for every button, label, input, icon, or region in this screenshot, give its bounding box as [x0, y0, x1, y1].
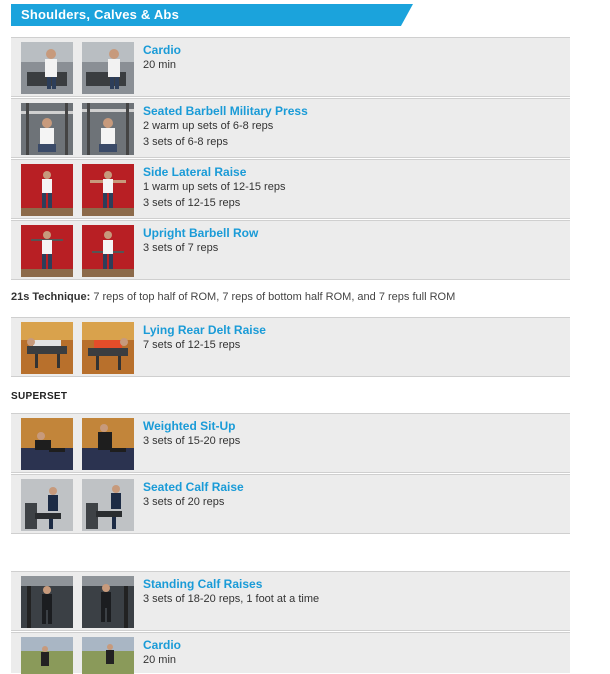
exercise-thumbnail[interactable]: [21, 225, 73, 277]
exercise-row[interactable]: Lying Rear Delt Raise 7 sets of 12-15 re…: [11, 317, 570, 377]
exercise-name-link[interactable]: Weighted Sit-Up: [143, 419, 235, 433]
exercise-thumbnail[interactable]: [82, 103, 134, 155]
exercise-detail: 3 sets of 7 reps: [143, 242, 219, 254]
exercise-detail: 20 min: [143, 654, 177, 666]
exercise-thumbnail[interactable]: [82, 225, 134, 277]
exercise-thumbnail[interactable]: [82, 479, 134, 531]
exercise-name-link[interactable]: Cardio: [143, 43, 181, 57]
exercise-thumbnail[interactable]: [21, 576, 73, 628]
workout-title-banner: Shoulders, Calves & Abs: [11, 4, 413, 26]
exercise-name-link[interactable]: Side Lateral Raise: [143, 165, 246, 179]
exercise-thumbnail[interactable]: [82, 322, 134, 374]
exercise-name-link[interactable]: Seated Barbell Military Press: [143, 104, 308, 118]
exercise-row[interactable]: Cardio 20 min: [11, 37, 570, 97]
exercise-thumbnail[interactable]: [21, 42, 73, 94]
exercise-name-link[interactable]: Seated Calf Raise: [143, 480, 244, 494]
exercise-row[interactable]: Cardio 20 min: [11, 632, 570, 674]
exercise-row[interactable]: Side Lateral Raise 1 warm up sets of 12-…: [11, 159, 570, 219]
exercise-detail: 3 sets of 12-15 reps: [143, 197, 241, 209]
exercise-thumbnail[interactable]: [82, 637, 134, 674]
exercise-name-link[interactable]: Upright Barbell Row: [143, 226, 258, 240]
exercise-detail: 7 sets of 12-15 reps: [143, 339, 241, 351]
exercise-thumbnail[interactable]: [21, 637, 73, 674]
technique-note-label: 21s Technique:: [11, 291, 91, 303]
exercise-thumbnail[interactable]: [21, 479, 73, 531]
exercise-thumbnail[interactable]: [82, 42, 134, 94]
exercise-name-link[interactable]: Lying Rear Delt Raise: [143, 323, 266, 337]
technique-note: 21s Technique: 7 reps of top half of ROM…: [11, 291, 455, 303]
exercise-thumbnail[interactable]: [82, 576, 134, 628]
exercise-thumbnail[interactable]: [82, 418, 134, 470]
exercise-detail: 3 sets of 20 reps: [143, 496, 225, 508]
exercise-name-link[interactable]: Cardio: [143, 638, 181, 652]
exercise-name-link[interactable]: Standing Calf Raises: [143, 577, 262, 591]
exercise-thumbnail[interactable]: [21, 418, 73, 470]
exercise-thumbnail[interactable]: [21, 164, 73, 216]
exercise-row[interactable]: Upright Barbell Row 3 sets of 7 reps: [11, 220, 570, 280]
exercise-detail: 20 min: [143, 59, 177, 71]
exercise-detail: 2 warm up sets of 6-8 reps: [143, 120, 274, 132]
technique-note-text: 7 reps of top half of ROM, 7 reps of bot…: [90, 291, 456, 303]
page-title: Shoulders, Calves & Abs: [21, 7, 179, 22]
superset-label: SUPERSET: [11, 391, 68, 402]
exercise-row[interactable]: Standing Calf Raises 3 sets of 18-20 rep…: [11, 571, 570, 631]
exercise-detail: 3 sets of 15-20 reps: [143, 435, 241, 447]
exercise-row[interactable]: Seated Calf Raise 3 sets of 20 reps: [11, 474, 570, 534]
exercise-thumbnail[interactable]: [21, 322, 73, 374]
exercise-detail: 1 warm up sets of 12-15 reps: [143, 181, 286, 193]
exercise-row[interactable]: Weighted Sit-Up 3 sets of 15-20 reps: [11, 413, 570, 473]
exercise-thumbnail[interactable]: [21, 103, 73, 155]
exercise-detail: 3 sets of 18-20 reps, 1 foot at a time: [143, 593, 320, 605]
exercise-detail: 3 sets of 6-8 reps: [143, 136, 228, 148]
exercise-row[interactable]: Seated Barbell Military Press 2 warm up …: [11, 98, 570, 158]
exercise-thumbnail[interactable]: [82, 164, 134, 216]
